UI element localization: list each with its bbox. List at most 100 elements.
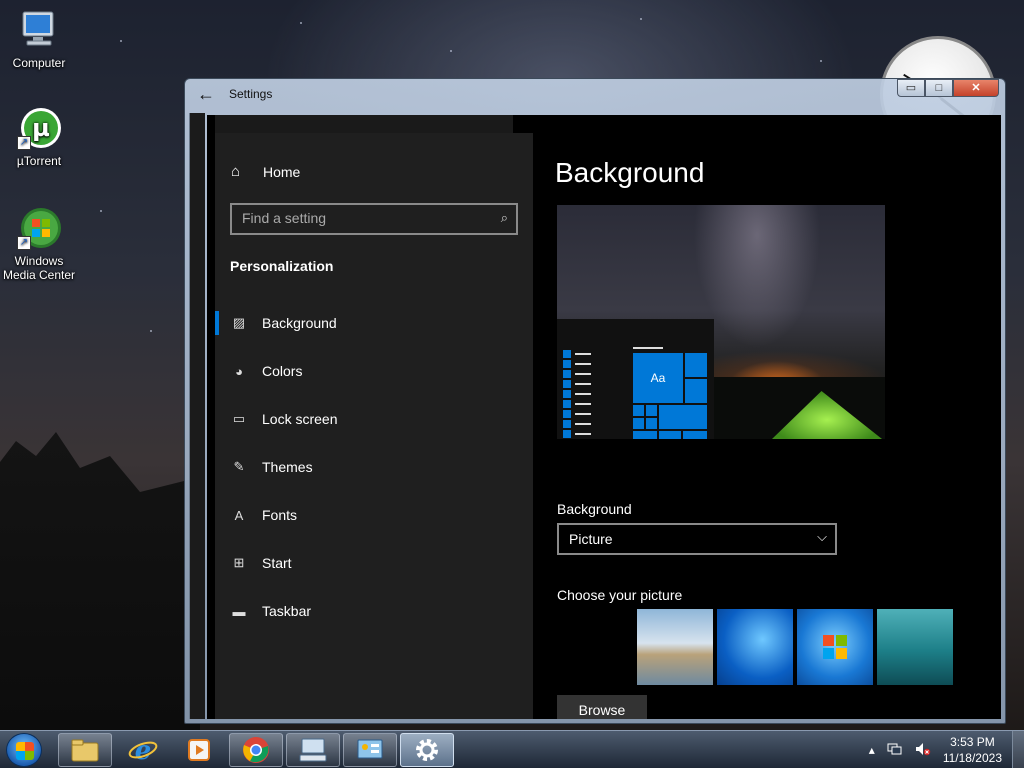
fonts-icon: A xyxy=(234,507,244,523)
shortcut-arrow-icon: ↗ xyxy=(17,236,31,250)
sidebar-item-themes[interactable]: ✎ Themes xyxy=(215,449,533,485)
window-title: Settings xyxy=(229,87,273,101)
nav-home[interactable]: ⌂ Home xyxy=(231,163,300,180)
preview-tile xyxy=(659,405,707,429)
taskbar-icon: ▬ xyxy=(232,603,246,619)
close-button[interactable]: ✕ xyxy=(953,79,999,97)
window-controls: ▭ □ ✕ xyxy=(897,79,999,97)
taskbar-internet-explorer[interactable]: e xyxy=(116,733,170,767)
preview-app-list xyxy=(563,349,591,439)
settings-window: ← Settings ▭ □ ✕ ⌂ Home Find a setting ⌕… xyxy=(184,78,1006,724)
show-hidden-icons-icon[interactable]: ▴ xyxy=(869,743,875,757)
choose-picture-label: Choose your picture xyxy=(557,587,683,603)
palette-icon: ◕ xyxy=(235,363,243,379)
preview-tile xyxy=(659,431,681,439)
system-tray: ▴ 3:53 PM 11/18/2023 xyxy=(863,731,1024,768)
start-button[interactable] xyxy=(6,733,42,767)
show-desktop-button[interactable] xyxy=(1012,731,1024,768)
file-explorer-icon xyxy=(71,739,99,762)
taskbar: e ▴ 3:53 PM 11/18/2023 xyxy=(0,730,1024,768)
taskbar-file-explorer[interactable] xyxy=(58,733,112,767)
taskbar-clock[interactable]: 3:53 PM 11/18/2023 xyxy=(943,734,1002,766)
background-window-edge xyxy=(189,113,205,719)
preview-tile xyxy=(685,353,707,377)
minimize-button[interactable]: ▭ xyxy=(897,79,925,97)
page-title: Background xyxy=(555,157,705,188)
preview-tile xyxy=(633,405,644,416)
taskbar-control-panel[interactable] xyxy=(343,733,397,767)
sidebar-item-label: Taskbar xyxy=(262,603,312,619)
control-panel-icon xyxy=(357,739,383,759)
sidebar-item-background[interactable]: ▨ Background xyxy=(215,305,533,341)
background-type-dropdown[interactable]: Picture ⌵ xyxy=(557,523,837,555)
nav-section-title: Personalization xyxy=(230,258,334,274)
picture-thumbnail-underwater[interactable] xyxy=(877,609,953,685)
dropdown-value: Picture xyxy=(569,531,613,547)
desktop-icon-computer[interactable]: Computer xyxy=(0,8,78,70)
maximize-button[interactable]: □ xyxy=(925,79,953,97)
preview-tile xyxy=(633,431,657,439)
windows-logo-icon xyxy=(16,742,34,760)
back-arrow-icon[interactable]: ← xyxy=(197,84,215,105)
sidebar-item-lock-screen[interactable]: ▭ Lock screen xyxy=(215,401,533,437)
preview-tile-text: Aa xyxy=(633,353,683,403)
wallpaper-star xyxy=(640,18,642,20)
picture-thumbnail-coast[interactable] xyxy=(637,609,713,685)
network-icon[interactable] xyxy=(887,742,903,759)
wallpaper-star xyxy=(150,330,152,332)
preview-tile xyxy=(646,418,657,429)
preview-tile xyxy=(646,405,657,416)
sidebar-item-start[interactable]: ⊞ Start xyxy=(215,545,533,581)
taskbar-media-player[interactable] xyxy=(172,733,226,767)
preview-tile xyxy=(685,379,707,403)
search-input[interactable]: Find a setting ⌕ xyxy=(230,203,518,235)
preview-tile-header xyxy=(633,347,663,349)
preview-tile xyxy=(633,418,644,429)
wallpaper-star xyxy=(820,60,822,62)
window-title-bar[interactable]: ← Settings ▭ □ ✕ xyxy=(185,79,1005,109)
windows-logo-icon xyxy=(823,635,847,659)
sidebar-item-taskbar[interactable]: ▬ Taskbar xyxy=(215,593,533,629)
taskbar-remote-desktop[interactable] xyxy=(286,733,340,767)
computer-icon xyxy=(17,8,61,52)
picture-thumbnail-windows-7[interactable] xyxy=(797,609,873,685)
desktop-icon-utorrent[interactable]: µ ↗ µTorrent xyxy=(0,106,78,168)
taskbar-date: 11/18/2023 xyxy=(942,751,1002,765)
sidebar-item-label: Fonts xyxy=(262,507,298,523)
svg-text:e: e xyxy=(135,736,152,765)
desktop-icon-label: µTorrent xyxy=(16,154,62,168)
background-settings-panel: Background Aa Background Picture ⌵ Choos… xyxy=(533,133,1001,719)
nav-home-label: Home xyxy=(263,163,301,180)
background-type-label: Background xyxy=(557,501,632,517)
search-placeholder: Find a setting xyxy=(242,210,327,226)
desktop-wallpaper-mountain xyxy=(0,432,200,732)
background-preview: Aa xyxy=(557,205,885,439)
wallpaper-star xyxy=(450,50,452,52)
picture-thumbnail-windows-blue[interactable] xyxy=(717,609,793,685)
settings-nav-pane: ⌂ Home Find a setting ⌕ Personalization … xyxy=(215,115,533,719)
desktop-icon-label: Windows Media Center xyxy=(2,254,76,282)
themes-icon: ✎ xyxy=(233,459,245,474)
shortcut-arrow-icon: ↗ xyxy=(17,136,31,150)
taskbar-chrome[interactable] xyxy=(229,733,283,767)
utorrent-icon: µ ↗ xyxy=(17,106,61,150)
remote-desktop-icon xyxy=(299,738,327,762)
sidebar-item-label: Background xyxy=(262,315,337,331)
search-icon[interactable]: ⌕ xyxy=(501,210,508,226)
wallpaper-star xyxy=(300,22,302,24)
desktop-icon-windows-media-center[interactable]: ↗ Windows Media Center xyxy=(0,206,78,282)
windows-media-center-icon: ↗ xyxy=(17,206,61,250)
browse-button[interactable]: Browse xyxy=(557,695,647,719)
svg-text:µ: µ xyxy=(32,114,50,142)
sidebar-item-label: Lock screen xyxy=(262,411,338,427)
sidebar-item-colors[interactable]: ◕ Colors xyxy=(215,353,533,389)
preview-start-menu: Aa xyxy=(557,319,714,439)
sidebar-item-label: Themes xyxy=(262,459,313,475)
sidebar-item-fonts[interactable]: A Fonts xyxy=(215,497,533,533)
settings-content: ⌂ Home Find a setting ⌕ Personalization … xyxy=(207,115,1001,719)
preview-tile xyxy=(683,431,707,439)
volume-muted-icon[interactable] xyxy=(915,742,931,759)
sidebar-item-label: Start xyxy=(262,555,292,571)
home-icon: ⌂ xyxy=(231,163,241,180)
taskbar-settings[interactable] xyxy=(400,733,454,767)
